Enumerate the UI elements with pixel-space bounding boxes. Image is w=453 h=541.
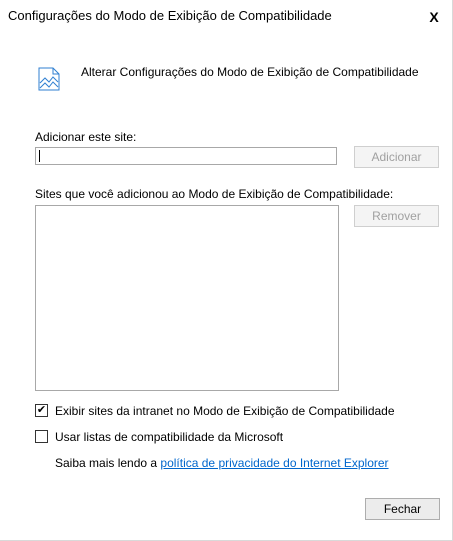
add-site-label: Adicionar este site: <box>35 130 137 144</box>
privacy-text: Saiba mais lendo a política de privacida… <box>55 456 389 470</box>
add-button[interactable]: Adicionar <box>354 146 439 168</box>
microsoft-lists-checkbox-label[interactable]: Usar listas de compatibilidade da Micros… <box>55 430 283 444</box>
sites-listbox[interactable] <box>35 205 339 391</box>
close-window-button[interactable]: X <box>426 9 442 25</box>
sites-list-label: Sites que você adicionou ao Modo de Exib… <box>35 187 394 201</box>
compatibility-view-icon <box>38 67 60 91</box>
privacy-prefix: Saiba mais lendo a <box>55 456 161 470</box>
remove-button[interactable]: Remover <box>354 205 439 227</box>
close-button[interactable]: Fechar <box>365 498 440 520</box>
microsoft-lists-checkbox[interactable] <box>35 430 48 443</box>
intranet-checkbox[interactable]: ✔ <box>35 404 48 417</box>
text-caret <box>39 150 40 162</box>
compatibility-view-settings-dialog: Configurações do Modo de Exibição de Com… <box>0 0 453 541</box>
title-bar[interactable]: Configurações do Modo de Exibição de Com… <box>0 0 452 30</box>
window-title: Configurações do Modo de Exibição de Com… <box>8 8 332 23</box>
privacy-policy-link[interactable]: política de privacidade do Internet Expl… <box>160 456 388 470</box>
header-description: Alterar Configurações do Modo de Exibiçã… <box>81 65 419 79</box>
add-site-input[interactable] <box>35 147 337 165</box>
intranet-checkbox-label[interactable]: Exibir sites da intranet no Modo de Exib… <box>55 404 395 418</box>
